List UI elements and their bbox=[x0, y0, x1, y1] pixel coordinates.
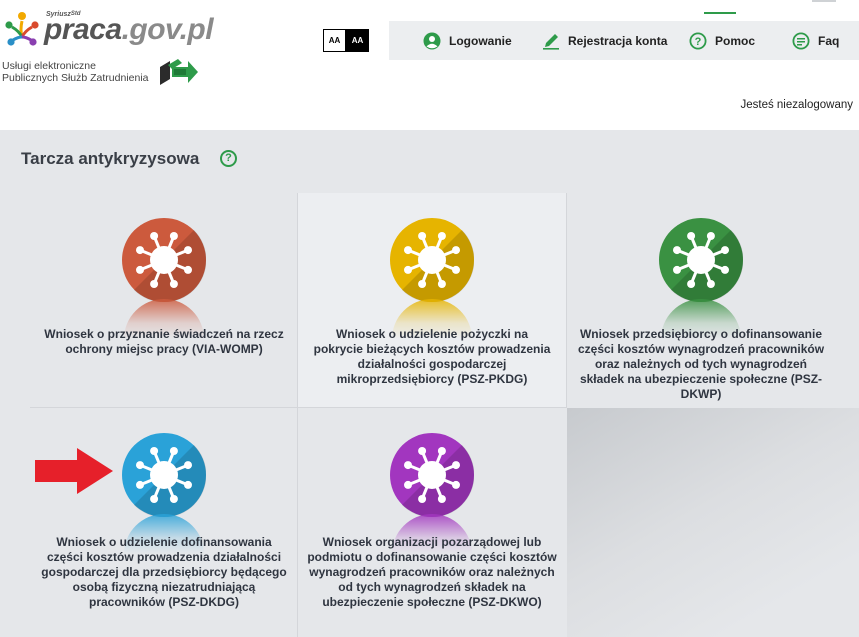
header: SyriuszStd praca.gov.pl Usługi elektroni… bbox=[0, 0, 859, 130]
card-label: Wniosek o przyznanie świadczeń na rzecz … bbox=[44, 327, 284, 356]
red-arrow-icon bbox=[35, 448, 113, 494]
font-normal-button[interactable]: AA bbox=[323, 29, 346, 52]
svg-text:?: ? bbox=[695, 36, 702, 48]
nav-faq-label: Faq bbox=[818, 33, 840, 48]
card-label: Wniosek organizacji pozarządowej lub pod… bbox=[307, 535, 557, 609]
card-label: Wniosek przedsiębiorcy o dofinansowanie … bbox=[577, 327, 825, 401]
grid-divider bbox=[30, 407, 567, 408]
empty-card-slot bbox=[567, 408, 859, 637]
nav-faq[interactable]: Faq bbox=[792, 21, 839, 60]
font-size-toggle: AA AA bbox=[323, 29, 369, 52]
main-content: Tarcza antykryzysowa ? Wniosek o przyzna… bbox=[0, 130, 859, 637]
logo-people-icon bbox=[5, 12, 39, 46]
login-status: Jesteś niezalogowany bbox=[740, 99, 853, 111]
top-navigation: Logowanie Rejestracja konta ? Pomoc Faq bbox=[389, 21, 859, 60]
virus-icon bbox=[390, 433, 475, 518]
topnav-corner-line bbox=[812, 0, 836, 2]
section-help-button[interactable]: ? bbox=[220, 150, 237, 167]
card-label: Wniosek o udzielenie pożyczki na pokryci… bbox=[313, 327, 551, 386]
topnav-accent-line bbox=[704, 12, 736, 14]
nav-register-label: Rejestracja konta bbox=[568, 33, 668, 48]
subtitle-line-1: Usługi elektroniczne bbox=[2, 60, 96, 72]
nav-register[interactable]: Rejestracja konta bbox=[542, 21, 667, 60]
grid-divider bbox=[566, 193, 567, 408]
nav-login-label: Logowanie bbox=[449, 33, 512, 48]
logo-subtitle: Usługi elektroniczne Publicznych Służb Z… bbox=[2, 60, 149, 84]
nav-help[interactable]: ? Pomoc bbox=[689, 21, 755, 60]
virus-icon bbox=[122, 433, 207, 518]
virus-icon bbox=[122, 218, 207, 303]
logo-main-text: praca bbox=[44, 13, 122, 46]
card-psz-dkwp[interactable]: Wniosek przedsiębiorcy o dofinansowanie … bbox=[567, 193, 835, 408]
question-icon: ? bbox=[689, 32, 707, 49]
virus-icon bbox=[659, 218, 744, 303]
pencil-icon bbox=[543, 33, 559, 50]
card-psz-dkdg[interactable]: Wniosek o udzielenie dofinansowania częś… bbox=[30, 408, 298, 623]
virus-icon bbox=[390, 218, 475, 303]
high-contrast-button[interactable]: AA bbox=[346, 29, 369, 52]
card-label: Wniosek o udzielenie dofinansowania częś… bbox=[41, 535, 287, 609]
user-icon bbox=[423, 32, 441, 49]
grid-divider bbox=[297, 193, 298, 637]
card-psz-pkdg[interactable]: Wniosek o udzielenie pożyczki na pokryci… bbox=[298, 193, 566, 408]
section-title: Tarcza antykryzysowa bbox=[21, 149, 200, 168]
nav-help-label: Pomoc bbox=[715, 33, 756, 48]
card-grid: Wniosek o przyznanie świadczeń na rzecz … bbox=[30, 193, 859, 637]
card-via-womp[interactable]: Wniosek o przyznanie świadczeń na rzecz … bbox=[30, 193, 298, 408]
subtitle-line-2: Publicznych Służb Zatrudnienia bbox=[2, 72, 149, 84]
chat-icon bbox=[792, 32, 810, 49]
card-psz-dkwo[interactable]: Wniosek organizacji pozarządowej lub pod… bbox=[298, 408, 566, 623]
nav-login[interactable]: Logowanie bbox=[423, 21, 512, 60]
psz-arrows-icon bbox=[160, 59, 198, 85]
praca-gov-logo[interactable]: SyriuszStd praca.gov.pl bbox=[2, 8, 214, 53]
logo-wordmark: praca.gov.pl bbox=[44, 13, 214, 46]
logo-domain-text: .gov.pl bbox=[121, 13, 214, 46]
